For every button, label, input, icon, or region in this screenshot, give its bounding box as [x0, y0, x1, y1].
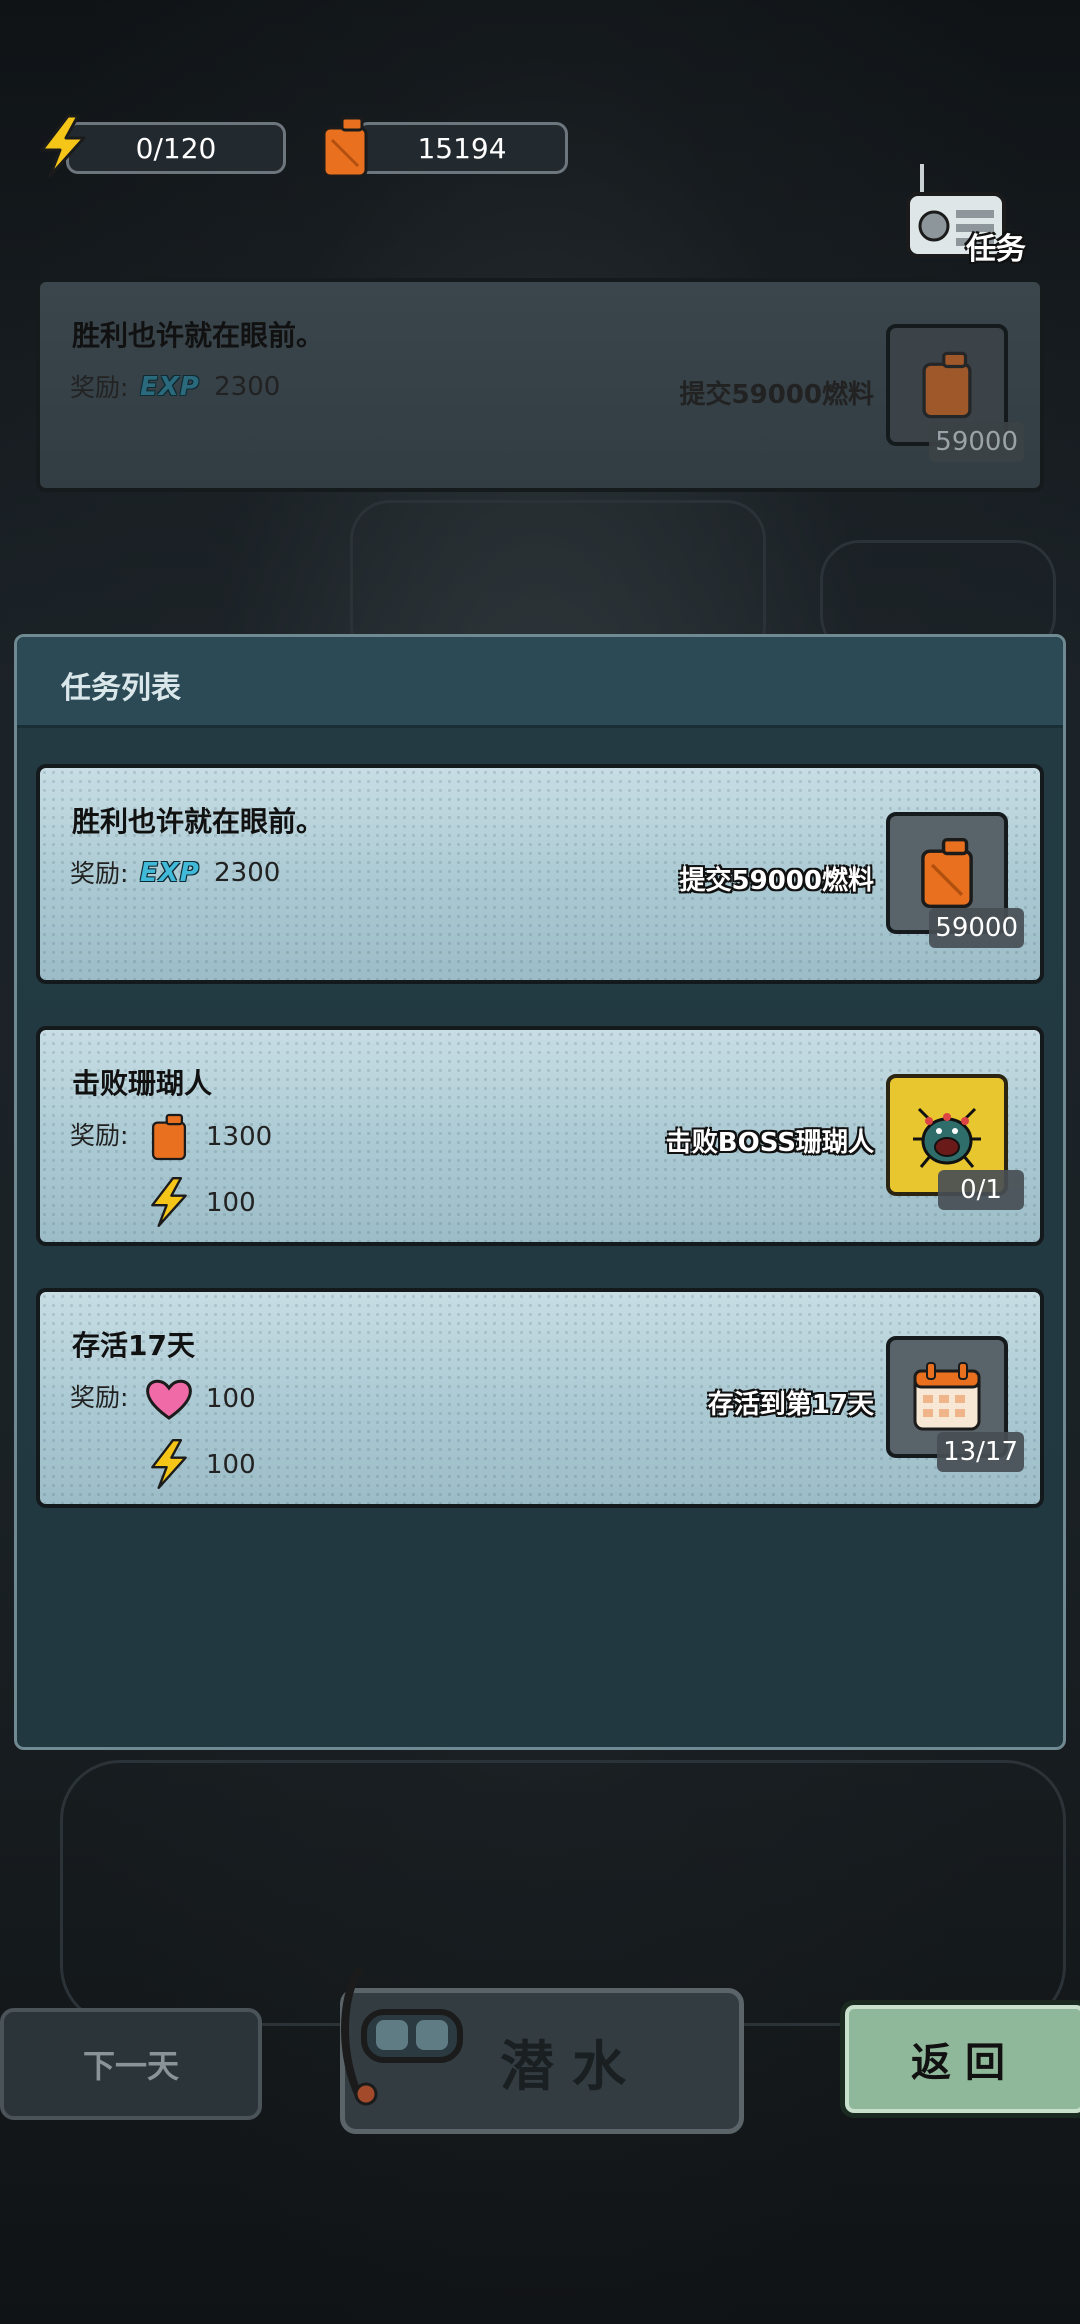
task-goal: 存活到第17天: [707, 1390, 874, 1420]
task-progress: 0/1: [938, 1170, 1024, 1210]
radio-label: 任务: [966, 232, 1026, 267]
active-task-goal: 提交59000燃料: [679, 380, 874, 410]
exp-icon: EXP: [140, 372, 200, 402]
task-card[interactable]: 胜利也许就在眼前。 奖励: EXP 2300 提交59000燃料 59000: [36, 764, 1044, 984]
active-task-reward-label: 奖励:: [70, 373, 129, 402]
next-day-button[interactable]: 下一天: [0, 2008, 262, 2120]
lightning-icon: [40, 114, 86, 178]
back-button[interactable]: 返回: [840, 2000, 1080, 2118]
fuel-icon: [151, 1113, 187, 1161]
task-reward-label: 奖励:: [70, 1383, 129, 1412]
active-task-card: 胜利也许就在眼前。 奖励: EXP 2300 提交59000燃料 59000: [36, 278, 1044, 492]
task-reward-label: 奖励:: [70, 859, 129, 888]
energy-counter: 0/120: [66, 122, 286, 174]
calendar-icon: [913, 1362, 981, 1431]
fuel-can-icon: [322, 116, 368, 178]
task-goal: 提交59000燃料: [679, 866, 874, 896]
task-reward-value: 100: [206, 1450, 256, 1480]
heart-icon: [146, 1379, 192, 1420]
background-console: [60, 1760, 1066, 2026]
task-reward-value: 1300: [206, 1122, 273, 1152]
task-list-title: 任务列表: [61, 671, 181, 706]
task-card[interactable]: 存活17天 奖励: 100 100 存活到第17天 13/17: [36, 1288, 1044, 1508]
lightning-icon: [151, 1439, 187, 1489]
exp-icon: EXP: [140, 858, 200, 888]
next-day-label: 下一天: [82, 2047, 179, 2085]
fuel-counter: 15194: [356, 122, 568, 174]
diving-mask-icon: [341, 1965, 463, 2106]
task-radio-button[interactable]: 任务: [904, 160, 1034, 270]
task-title: 击败珊瑚人: [72, 1067, 213, 1100]
task-reward-value: 100: [206, 1384, 256, 1414]
task-reward-value: 100: [206, 1188, 256, 1218]
active-task-reward-value: 2300: [214, 372, 281, 402]
task-progress: 13/17: [937, 1432, 1024, 1472]
fuel-can-icon: [922, 351, 972, 419]
lightning-icon: [151, 1177, 187, 1227]
task-progress: 59000: [929, 908, 1024, 948]
task-list-header: 任务列表: [17, 637, 1063, 728]
fuel-value: 15194: [417, 131, 507, 165]
energy-value: 0/120: [135, 131, 217, 165]
task-goal: 击败BOSS珊瑚人: [665, 1128, 874, 1158]
task-title: 胜利也许就在眼前。: [72, 805, 325, 838]
task-reward-value: 2300: [214, 858, 281, 888]
fuel-can-icon: [921, 837, 973, 909]
active-task-title: 胜利也许就在眼前。: [72, 319, 325, 352]
coral-boss-icon: [913, 1107, 981, 1168]
back-label: 返回: [911, 2040, 1019, 2086]
active-task-reward: EXP 2300: [140, 372, 280, 402]
task-reward-exp: EXP 2300: [140, 858, 280, 888]
task-reward-label: 奖励:: [70, 1121, 129, 1150]
active-task-progress: 59000: [929, 422, 1024, 462]
task-title: 存活17天: [72, 1329, 195, 1362]
dive-label: 潜水: [500, 2034, 644, 2098]
task-card[interactable]: 击败珊瑚人 奖励: 1300 100 击败BOSS珊瑚人 0/1: [36, 1026, 1044, 1246]
